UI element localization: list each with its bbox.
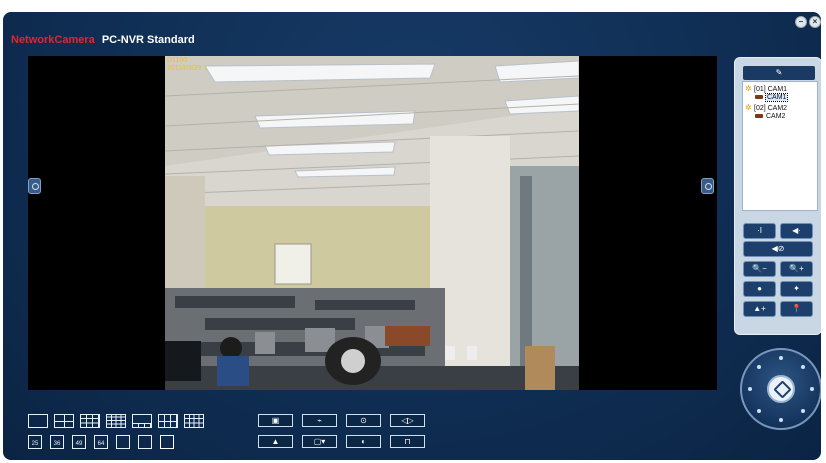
- playback-button[interactable]: ▣: [258, 414, 293, 427]
- layout-2x3-button[interactable]: [158, 414, 178, 428]
- layout-3x3-button[interactable]: [80, 414, 100, 428]
- window-title: NetworkCamera PC-NVR Standard: [11, 34, 195, 46]
- layout-4x4-button[interactable]: [106, 414, 126, 428]
- zoom-out-button[interactable]: 🔍−: [743, 261, 776, 277]
- fullscreen-button[interactable]: [116, 435, 130, 449]
- ptz-up-dot[interactable]: [779, 356, 783, 360]
- ptz-joystick[interactable]: [740, 348, 821, 430]
- ptz-downright-dot[interactable]: [801, 409, 805, 413]
- brand-name: NetworkCamera: [11, 34, 95, 46]
- camera-feed-image[interactable]: D1100 2011/03/29 1: [165, 56, 579, 390]
- layout-1plus5-button[interactable]: [132, 414, 152, 428]
- ptz-right-dot[interactable]: [810, 387, 814, 391]
- office-scene-image: [165, 56, 579, 390]
- auto-rotate-button[interactable]: [160, 435, 174, 449]
- snapshot-button[interactable]: ✦: [780, 281, 813, 297]
- settings-button[interactable]: ⌁: [302, 414, 337, 427]
- tree-camera-1[interactable]: CAM1: [755, 93, 789, 102]
- layout-25-button[interactable]: 25: [28, 435, 42, 449]
- add-preset-button[interactable]: ▲+: [743, 301, 776, 317]
- network-icon: ✲: [745, 84, 752, 93]
- ptz-home-button[interactable]: [767, 375, 795, 403]
- tool-icon: ✎: [775, 68, 783, 77]
- layout-4x3-button[interactable]: [184, 414, 204, 428]
- video-osd: D1100 2011/03/29 1: [167, 57, 207, 73]
- osd-camera-name: D1100: [167, 57, 188, 64]
- ptz-upleft-dot[interactable]: [757, 365, 761, 369]
- record-button[interactable]: ●: [743, 281, 776, 297]
- layout-1x1-button[interactable]: [28, 414, 48, 428]
- layout-2x2-button[interactable]: [54, 414, 74, 428]
- tree-camera-2[interactable]: CAM2: [755, 113, 785, 120]
- capture-button[interactable]: ⊙: [346, 414, 381, 427]
- mute-button[interactable]: ◀⊘: [743, 241, 813, 257]
- device-tree-header-button[interactable]: ✎: [743, 66, 815, 80]
- osd-timestamp: 2011/03/29 1: [167, 65, 208, 72]
- nvr-app-window: NetworkCamera PC-NVR Standard – × D1100 …: [0, 0, 826, 463]
- speaker-button[interactable]: ◀·: [780, 223, 813, 239]
- tree-group-2[interactable]: ✲ [02] CAM2: [745, 103, 787, 113]
- tree-group-1[interactable]: ✲ [01] CAM1: [745, 84, 787, 94]
- right-arrow-button[interactable]: [701, 178, 714, 194]
- alarm-button[interactable]: ▲: [258, 435, 293, 448]
- device-tree: ✲ [01] CAM1 CAM1 ✲ [02] CAM2 CAM2: [742, 81, 818, 211]
- ptz-down-dot[interactable]: [779, 418, 783, 422]
- sequence-button[interactable]: [138, 435, 152, 449]
- left-arrow-button[interactable]: [28, 178, 41, 194]
- control-panel: ✎ ✲ [01] CAM1 CAM1 ✲ [02] CAM2 CAM2 ·I ◀· …: [734, 57, 821, 335]
- microphone-button[interactable]: ·I: [743, 223, 776, 239]
- main-frame: NetworkCamera PC-NVR Standard – × D1100 …: [3, 12, 821, 460]
- ptz-downleft-dot[interactable]: [757, 409, 761, 413]
- display-button[interactable]: ▢▾: [302, 435, 337, 448]
- layout-49-button[interactable]: 49: [72, 435, 86, 449]
- goto-preset-button[interactable]: 📍: [780, 301, 813, 317]
- layout-36-button[interactable]: 36: [50, 435, 64, 449]
- network-button[interactable]: ◐: [346, 435, 381, 448]
- camera-icon: [755, 95, 763, 100]
- product-name: PC-NVR Standard: [101, 34, 195, 46]
- camera-icon: [755, 114, 763, 119]
- network-icon: ✲: [745, 103, 752, 112]
- minimize-button[interactable]: –: [795, 16, 807, 28]
- ptz-left-dot[interactable]: [748, 387, 752, 391]
- lock-button[interactable]: ⊓: [390, 435, 425, 448]
- video-viewport[interactable]: D1100 2011/03/29 1: [28, 56, 717, 390]
- zoom-in-button[interactable]: 🔍+: [780, 261, 813, 277]
- close-button[interactable]: ×: [809, 16, 821, 28]
- layout-64-button[interactable]: 64: [94, 435, 108, 449]
- ptz-upright-dot[interactable]: [801, 365, 805, 369]
- switch-view-button[interactable]: ◁▷: [390, 414, 425, 427]
